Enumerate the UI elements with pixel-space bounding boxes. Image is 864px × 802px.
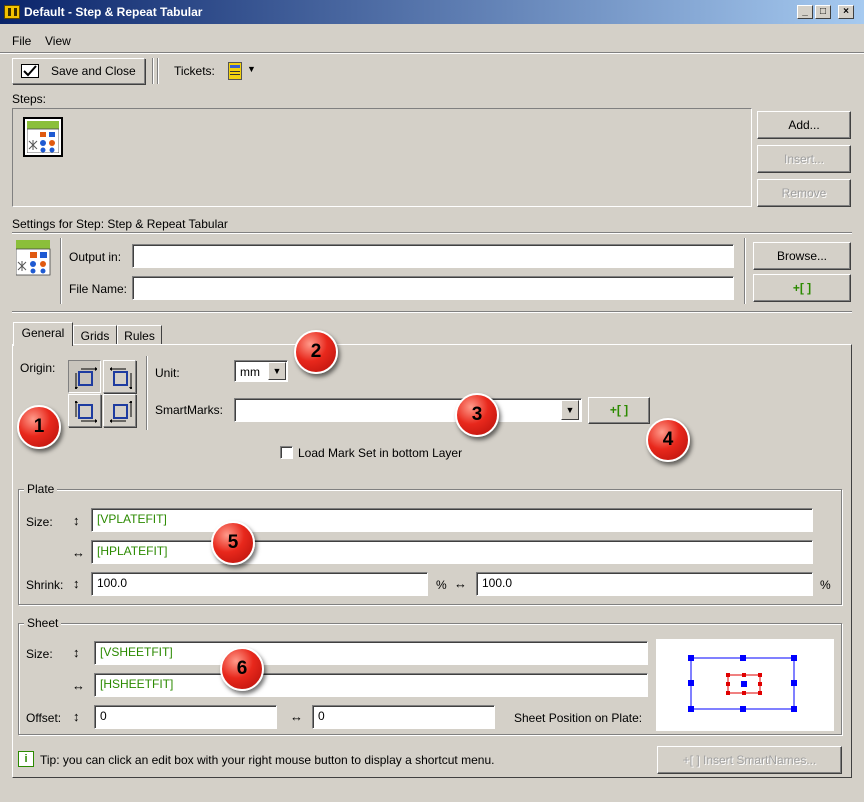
- callout-2: 2: [294, 330, 338, 374]
- plate-vsize-field[interactable]: [VPLATEFIT]: [91, 508, 813, 532]
- unit-label: Unit:: [155, 366, 180, 380]
- sheet-position-diagram: [688, 655, 797, 712]
- origin-bottom-right-icon: [110, 401, 132, 423]
- title-bar: Default - Step & Repeat Tabular _ □ ×: [0, 0, 864, 24]
- sheet-vsize-field[interactable]: [VSHEETFIT]: [94, 641, 648, 665]
- shrink-horizontal-field[interactable]: 100.0: [476, 572, 813, 596]
- sheet-group-legend: Sheet: [24, 616, 62, 630]
- output-in-field[interactable]: [132, 244, 734, 268]
- origin-label: Origin:: [20, 361, 56, 375]
- origin-top-left-button[interactable]: [68, 360, 101, 393]
- vertical-arrow-icon: ↕: [73, 709, 80, 724]
- callout-3: 3: [455, 393, 499, 437]
- save-check-icon: [21, 64, 39, 78]
- plate-size-label: Size:: [26, 515, 53, 529]
- callout-5: 5: [211, 521, 255, 565]
- step-settings-icon: [15, 240, 52, 276]
- close-button[interactable]: ×: [838, 5, 854, 19]
- insert-step-button[interactable]: Insert...: [757, 145, 851, 173]
- origin-top-right-button[interactable]: [103, 360, 136, 393]
- settings-header: Settings for Step: Step & Repeat Tabular: [12, 217, 228, 231]
- sheet-size-label: Size:: [26, 647, 53, 661]
- shrink-label: Shrink:: [26, 578, 64, 592]
- tabs-divider: [12, 311, 852, 313]
- tickets-dropdown[interactable]: ▼: [228, 60, 258, 82]
- browse-button[interactable]: Browse...: [753, 242, 851, 270]
- settings-divider: [12, 232, 852, 234]
- app-icon: [4, 5, 20, 19]
- maximize-button[interactable]: □: [815, 5, 831, 19]
- tickets-label: Tickets:: [174, 64, 215, 78]
- vertical-arrow-icon: ↕: [73, 513, 80, 528]
- sheet-position-label: Sheet Position on Plate:: [514, 711, 643, 725]
- settings-vdivider: [60, 238, 62, 304]
- sheet-hsize-field[interactable]: [HSHEETFIT]: [94, 673, 648, 697]
- plate-group-legend: Plate: [24, 482, 58, 496]
- save-and-close-button[interactable]: Save and Close: [12, 58, 145, 84]
- tab-general[interactable]: General: [13, 322, 73, 346]
- offset-horizontal-field[interactable]: 0: [312, 705, 495, 729]
- remove-step-button[interactable]: Remove: [757, 179, 851, 207]
- sheet-position-preview[interactable]: [656, 639, 834, 731]
- callout-6: 6: [220, 647, 264, 691]
- smartmarks-dropdown-arrow-icon[interactable]: ▼: [561, 400, 579, 420]
- unit-dropdown-arrow-icon[interactable]: ▼: [268, 362, 286, 380]
- vertical-arrow-icon: ↕: [73, 645, 80, 660]
- add-step-button[interactable]: Add...: [757, 111, 851, 139]
- load-mark-set-checkbox[interactable]: [280, 446, 293, 459]
- shrink-vertical-field[interactable]: 100.0: [91, 572, 428, 596]
- unit-value: mm: [240, 365, 260, 379]
- horizontal-arrow-icon: ↔: [72, 545, 85, 560]
- steps-label: Steps:: [12, 92, 47, 106]
- plate-hsize-field[interactable]: [HPLATEFIT]: [91, 540, 813, 564]
- origin-divider: [146, 356, 148, 430]
- step-repeat-icon: [27, 121, 59, 153]
- shrink-h-percent-label: %: [820, 578, 831, 592]
- origin-bottom-right-button[interactable]: [103, 394, 136, 427]
- steps-list[interactable]: [12, 108, 752, 207]
- tip-info-icon: i: [18, 751, 34, 767]
- horizontal-arrow-icon: ↔: [72, 678, 85, 693]
- file-name-field[interactable]: [132, 276, 734, 300]
- tip-text: Tip: you can click an edit box with your…: [40, 753, 495, 767]
- settings-vdivider-right: [744, 238, 746, 304]
- insert-smartnames-button[interactable]: +[ ] Insert SmartNames...: [657, 746, 842, 774]
- file-name-label: File Name:: [69, 282, 128, 296]
- origin-top-right-icon: [110, 367, 132, 389]
- menu-file[interactable]: File: [12, 34, 31, 48]
- origin-top-left-icon: [75, 367, 97, 389]
- horizontal-arrow-icon: ↔: [290, 709, 303, 724]
- menu-divider: [0, 52, 864, 54]
- offset-vertical-field[interactable]: 0: [94, 705, 277, 729]
- toolbar-separator: [152, 58, 154, 84]
- offset-label: Offset:: [26, 711, 62, 725]
- tab-grids[interactable]: Grids: [73, 325, 117, 345]
- origin-bottom-left-button[interactable]: [68, 394, 101, 427]
- smartmarks-insert-button[interactable]: +[ ]: [588, 397, 650, 424]
- callout-1: 1: [17, 405, 61, 449]
- chevron-down-icon: ▼: [247, 64, 256, 74]
- tab-rules[interactable]: Rules: [117, 325, 162, 345]
- load-mark-set-label: Load Mark Set in bottom Layer: [298, 446, 463, 460]
- origin-bottom-left-icon: [75, 401, 97, 423]
- ticket-icon: [228, 62, 242, 80]
- horizontal-arrow-icon: ↔: [454, 576, 467, 591]
- vertical-arrow-icon: ↕: [73, 576, 80, 591]
- shrink-v-percent-label: %: [436, 578, 447, 592]
- toolbar-separator: [157, 58, 159, 84]
- window-title: Default - Step & Repeat Tabular: [24, 5, 203, 19]
- output-in-label: Output in:: [69, 250, 122, 264]
- smartmarks-label: SmartMarks:: [155, 403, 224, 417]
- menu-view[interactable]: View: [45, 34, 71, 48]
- step-item-step-repeat[interactable]: [23, 117, 63, 157]
- smartmarks-select[interactable]: [234, 398, 582, 422]
- save-and-close-label: Save and Close: [51, 64, 136, 78]
- insert-smartname-button[interactable]: +[ ]: [753, 274, 851, 302]
- minimize-button[interactable]: _: [797, 5, 813, 19]
- callout-4: 4: [646, 418, 690, 462]
